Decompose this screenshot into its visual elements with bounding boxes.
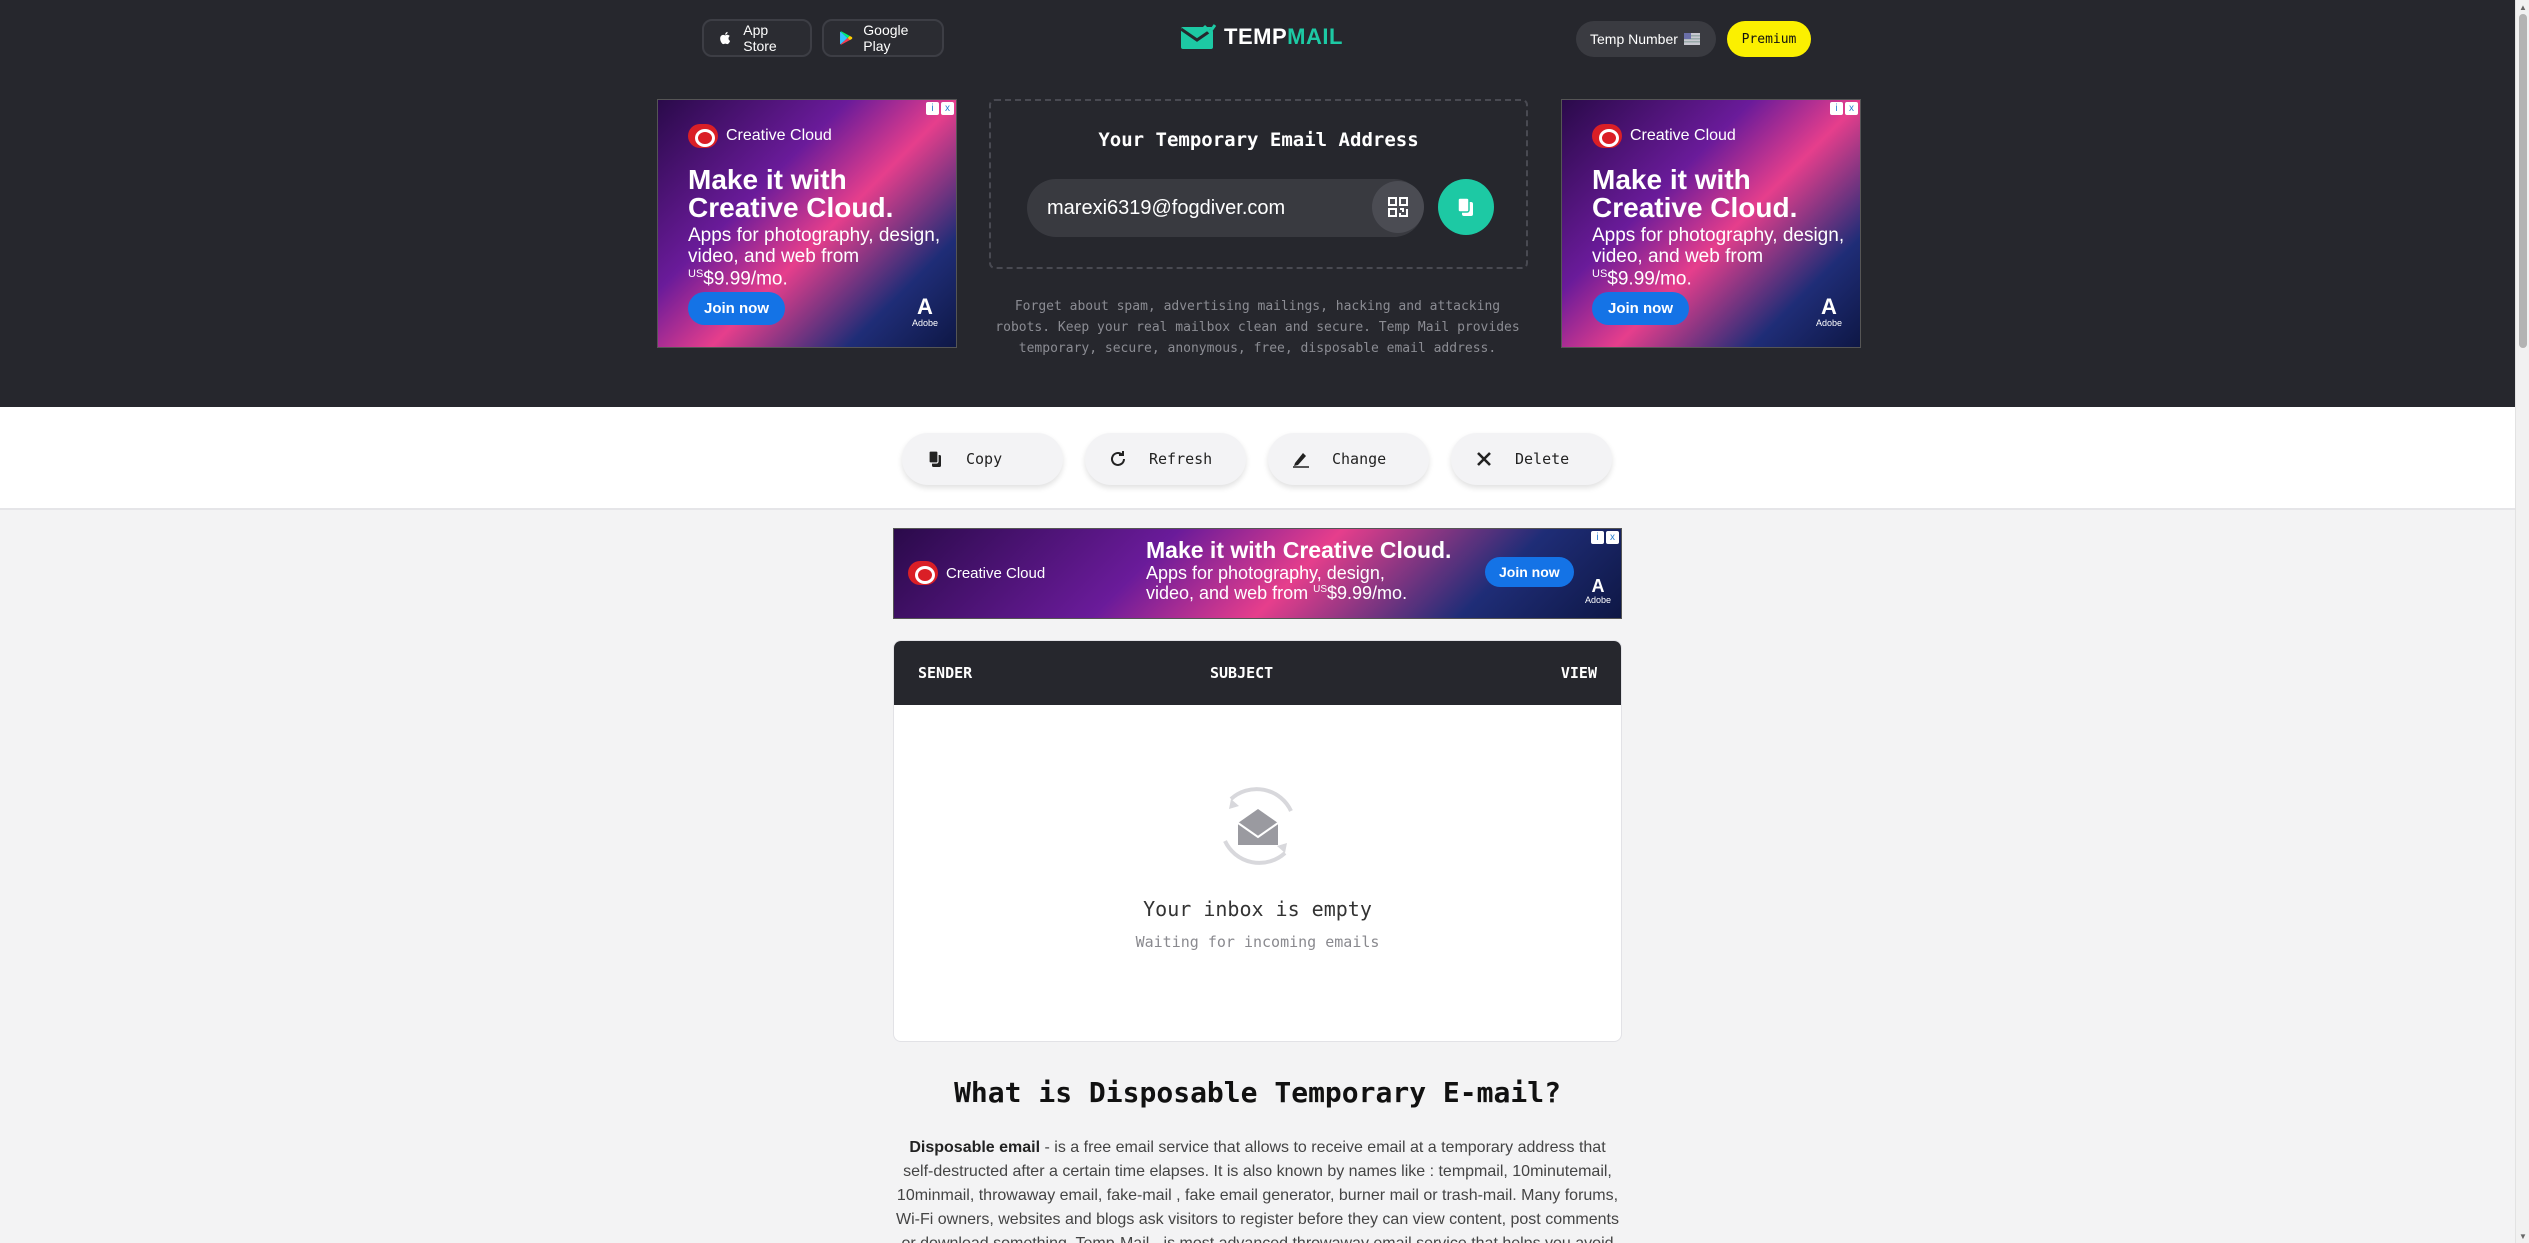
refresh-label: Refresh xyxy=(1149,450,1213,468)
change-button[interactable]: Change xyxy=(1268,433,1429,485)
ad-choices[interactable]: ix xyxy=(1591,531,1619,544)
column-header-view: VIEW xyxy=(1560,664,1597,682)
banner-ad-headline: Make it with Creative Cloud. xyxy=(1146,537,1452,563)
copy-button[interactable]: Copy xyxy=(902,433,1063,485)
email-address-value[interactable]: marexi6319@fogdiver.com xyxy=(1047,197,1285,220)
ad-price: $9.99/mo. xyxy=(703,268,788,290)
top-header: App Store Google Play TEMPMAIL Temp Numb… xyxy=(0,0,2515,407)
creative-cloud-logo-icon xyxy=(688,124,718,148)
adobe-label: Adobe xyxy=(1815,318,1842,328)
banner-ad-body-1: Apps for photography, design, xyxy=(1146,563,1385,583)
ad-price: $9.99/mo. xyxy=(1607,268,1692,290)
google-play-icon xyxy=(840,31,853,45)
apple-icon xyxy=(720,31,731,45)
join-now-button[interactable]: Join now xyxy=(1592,292,1689,325)
close-icon xyxy=(1477,452,1491,466)
empty-inbox-title: Your inbox is empty xyxy=(1143,897,1372,921)
banner-ad-price: $9.99/mo. xyxy=(1327,582,1408,603)
ad-close-icon[interactable]: x xyxy=(1606,531,1619,544)
adobe-label: Adobe xyxy=(911,318,938,328)
adobe-logo: A Adobe xyxy=(1815,294,1842,329)
right-side-ad[interactable]: ix Creative Cloud Make it with Creative C… xyxy=(1561,99,1861,348)
temp-number-button[interactable]: Temp Number xyxy=(1576,21,1716,57)
ad-info-icon[interactable]: i xyxy=(926,102,939,115)
refresh-icon xyxy=(1111,451,1125,466)
adobe-label: Adobe xyxy=(1584,595,1611,605)
empty-inbox-icon xyxy=(1223,787,1293,865)
us-flag-icon xyxy=(1683,33,1700,45)
article-lead: Disposable email xyxy=(909,1139,1041,1156)
temp-number-label: Temp Number xyxy=(1590,31,1678,47)
action-bar: Copy Refresh Change Delete xyxy=(0,407,2515,510)
article-body: Disposable email - is a free email servi… xyxy=(893,1136,1622,1243)
email-box-title: Your Temporary Email Address xyxy=(1098,129,1419,151)
ad-info-icon[interactable]: i xyxy=(1830,102,1843,115)
ad-choices[interactable]: ix xyxy=(926,102,954,115)
scroll-down-arrow-icon[interactable]: ▼ xyxy=(2516,1229,2529,1243)
premium-button[interactable]: Premium xyxy=(1727,21,1811,57)
column-header-subject: SUBJECT xyxy=(1210,664,1274,682)
refresh-button[interactable]: Refresh xyxy=(1085,433,1246,485)
email-address-field[interactable]: marexi6319@fogdiver.com xyxy=(1027,179,1423,237)
ad-headline-2: Creative Cloud. xyxy=(1592,192,1798,223)
column-header-sender: SENDER xyxy=(918,664,973,682)
app-store-button[interactable]: App Store xyxy=(702,19,812,57)
email-description: Forget about spam, advertising mailings,… xyxy=(995,299,1520,356)
banner-ad-body-2: video, and web from xyxy=(1146,582,1309,603)
copy-email-button[interactable] xyxy=(1438,179,1494,235)
creative-cloud-logo-icon xyxy=(908,561,938,585)
creative-cloud-logo-icon xyxy=(1592,124,1622,148)
app-store-label: App Store xyxy=(743,22,777,54)
ad-headline-1: Make it with xyxy=(688,164,847,195)
temp-email-box: Your Temporary Email Address marexi6319@… xyxy=(989,99,1528,269)
ad-brand: Creative Cloud xyxy=(726,127,832,144)
page-scrollbar[interactable]: ▲ ▼ xyxy=(2515,0,2529,1243)
ad-price-prefix: US xyxy=(1592,267,1608,280)
google-play-button[interactable]: Google Play xyxy=(822,19,944,57)
ad-body-1: Apps for photography, design, xyxy=(688,225,941,246)
logo-text-temp: TEMP xyxy=(1224,24,1288,49)
banner-join-now-button[interactable]: Join now xyxy=(1485,557,1574,587)
ad-price-prefix: US xyxy=(688,267,704,280)
delete-button[interactable]: Delete xyxy=(1451,433,1612,485)
ad-body-2: video, and web from xyxy=(688,245,860,267)
logo-text-mail: MAIL xyxy=(1287,24,1343,49)
banner-ad[interactable]: ix Creative Cloud Make it with Creative … xyxy=(893,528,1622,619)
banner-ad-brand: Creative Cloud xyxy=(946,564,1046,582)
edit-pen-icon xyxy=(1293,453,1309,468)
delete-label: Delete xyxy=(1515,450,1570,468)
ad-body-2: video, and web from xyxy=(1592,245,1764,267)
inbox-header-row: SENDER SUBJECT VIEW xyxy=(894,641,1621,705)
ad-brand: Creative Cloud xyxy=(1630,127,1736,144)
article-title: What is Disposable Temporary E-mail? xyxy=(954,1076,1561,1109)
envelope-logo-icon xyxy=(1180,24,1216,49)
ad-headline-2: Creative Cloud. xyxy=(688,192,894,223)
banner-ad-price-prefix: US xyxy=(1313,583,1328,595)
ad-info-icon[interactable]: i xyxy=(1591,531,1604,544)
scroll-up-arrow-icon[interactable]: ▲ xyxy=(2516,0,2529,14)
empty-inbox-subtitle: Waiting for incoming emails xyxy=(1135,933,1380,951)
ad-close-icon[interactable]: x xyxy=(1845,102,1858,115)
ad-headline-1: Make it with xyxy=(1592,164,1751,195)
premium-label: Premium xyxy=(1741,31,1797,47)
join-now-button[interactable]: Join now xyxy=(688,292,785,325)
tempmail-logo[interactable]: TEMPMAIL xyxy=(1180,24,1343,50)
left-side-ad[interactable]: ix Creative Cloud Make it with Creative C… xyxy=(657,99,957,348)
copy-icon xyxy=(928,450,941,467)
google-play-label: Google Play xyxy=(863,22,909,54)
scroll-thumb[interactable] xyxy=(2519,14,2527,348)
ad-close-icon[interactable]: x xyxy=(941,102,954,115)
copy-label: Copy xyxy=(966,450,1003,468)
qr-code-icon xyxy=(1388,197,1408,217)
qr-code-button[interactable] xyxy=(1372,181,1424,233)
change-label: Change xyxy=(1332,450,1387,468)
inbox-table: SENDER SUBJECT VIEW Your inbox is empty … xyxy=(893,640,1622,1042)
copy-icon xyxy=(1457,197,1473,216)
ad-choices[interactable]: ix xyxy=(1830,102,1858,115)
adobe-logo: A Adobe xyxy=(911,294,938,329)
adobe-logo: A Adobe xyxy=(1584,576,1611,605)
ad-body-1: Apps for photography, design, xyxy=(1592,225,1845,246)
